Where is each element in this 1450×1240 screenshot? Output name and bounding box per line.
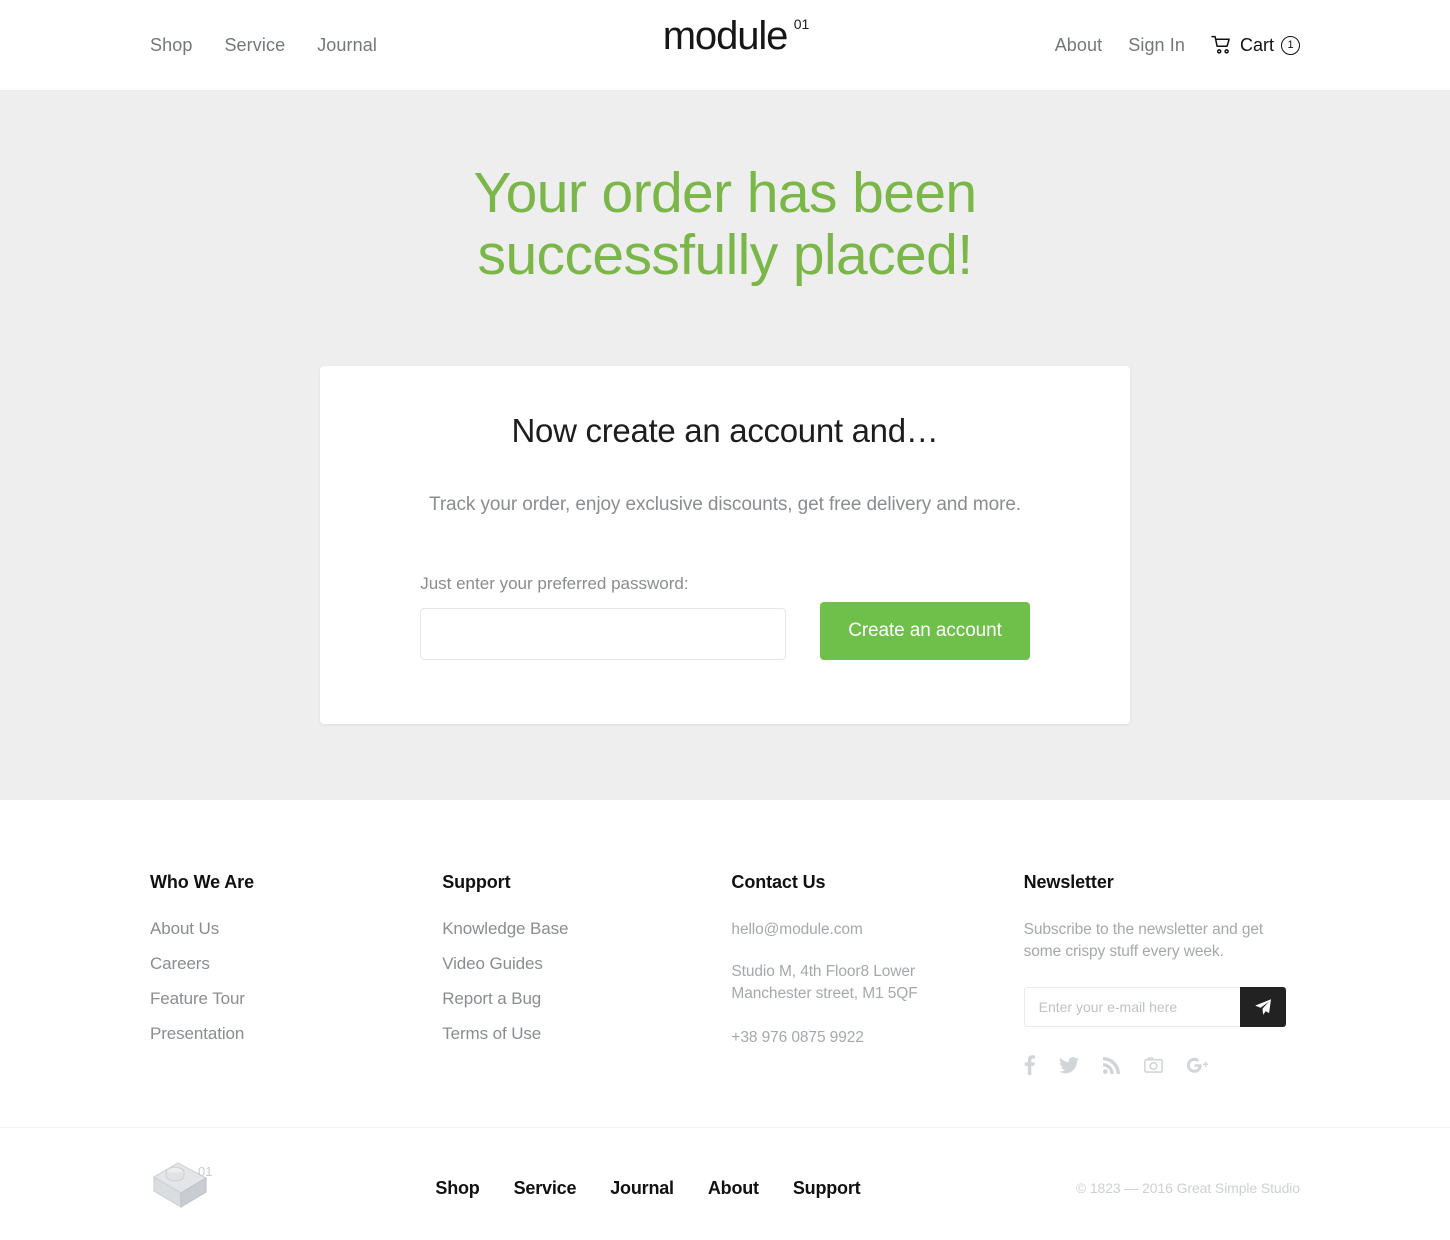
twitter-icon[interactable]	[1058, 1056, 1079, 1074]
password-label: Just enter your preferred password:	[420, 574, 689, 593]
cart-icon	[1211, 35, 1233, 55]
nav-link-sign-in[interactable]: Sign In	[1128, 35, 1185, 56]
bottom-nav-link-shop[interactable]: Shop	[435, 1178, 479, 1199]
cart-label: Cart	[1239, 34, 1274, 55]
footer-column-who-we-are: Who We Are About Us Careers Feature Tour…	[150, 872, 442, 1075]
send-icon	[1254, 998, 1272, 1016]
cart-button[interactable]: Cart 1	[1211, 35, 1300, 56]
site-logo[interactable]: module 01	[662, 14, 810, 58]
footer-link-about-us[interactable]: About Us	[150, 919, 442, 939]
create-account-form: Just enter your preferred password: Crea…	[380, 574, 1070, 660]
footer-link-video-guides[interactable]: Video Guides	[442, 954, 731, 974]
heading-line-1: Your order has been	[473, 161, 977, 225]
footer-column-contact-us: Contact Us hello@module.com Studio M, 4t…	[731, 872, 1023, 1075]
bottom-nav-link-journal[interactable]: Journal	[610, 1178, 674, 1199]
contact-phone: +38 976 0875 9922	[731, 1029, 864, 1046]
password-field-block: Just enter your preferred password:	[420, 574, 787, 660]
footer-heading-contact-us: Contact Us	[731, 872, 826, 892]
footer-link-careers[interactable]: Careers	[150, 954, 442, 974]
bottom-nav-link-service[interactable]: Service	[514, 1178, 577, 1199]
contact-email[interactable]: hello@module.com	[731, 919, 1023, 941]
card-subtitle: Track your order, enjoy exclusive discou…	[429, 494, 1021, 515]
rss-icon[interactable]	[1102, 1056, 1120, 1074]
page-root: Shop Service Journal module 01 About Sig…	[0, 0, 1450, 1240]
bottom-nav: Shop Service Journal About Support	[435, 1178, 860, 1199]
newsletter-description-line-1: Subscribe to the newsletter and get	[1023, 921, 1264, 938]
newsletter-email-input[interactable]	[1023, 987, 1240, 1027]
social-links	[1024, 1055, 1300, 1075]
cart-count-badge: 1	[1281, 35, 1300, 55]
bottom-bar: 01 Shop Service Journal About Support © …	[0, 1128, 1450, 1240]
password-input[interactable]	[420, 608, 787, 660]
nav-link-service[interactable]: Service	[224, 35, 285, 56]
newsletter-description-line-2: some crispy stuff every week.	[1023, 943, 1224, 960]
footer-column-support: Support Knowledge Base Video Guides Repo…	[442, 872, 731, 1075]
footer-link-knowledge-base[interactable]: Knowledge Base	[442, 919, 731, 939]
contact-address-line-2: Manchester street, M1 5QF	[731, 985, 918, 1002]
footer-link-feature-tour[interactable]: Feature Tour	[150, 989, 442, 1009]
card-title: Now create an account and…	[511, 412, 939, 449]
brand-superscript: 01	[198, 1164, 213, 1179]
create-account-button[interactable]: Create an account	[820, 602, 1030, 660]
hero-section: Your order has been successfully placed!…	[0, 90, 1450, 800]
order-success-heading: Your order has been successfully placed!	[275, 162, 1175, 286]
bottom-nav-link-about[interactable]: About	[708, 1178, 759, 1199]
heading-line-2: successfully placed!	[477, 223, 974, 287]
nav-link-shop[interactable]: Shop	[150, 35, 192, 56]
primary-nav-right: About Sign In Cart 1	[1055, 35, 1300, 56]
footer-heading-support: Support	[442, 872, 511, 892]
nav-link-journal[interactable]: Journal	[317, 35, 377, 56]
site-header: Shop Service Journal module 01 About Sig…	[0, 0, 1450, 90]
contact-address-line-1: Studio M, 4th Floor8 Lower	[731, 963, 915, 980]
nav-link-about[interactable]: About	[1055, 35, 1103, 56]
footer-link-terms-of-use[interactable]: Terms of Use	[442, 1024, 731, 1044]
site-footer: Who We Are About Us Careers Feature Tour…	[0, 800, 1450, 1075]
footer-link-presentation[interactable]: Presentation	[150, 1024, 442, 1044]
footer-link-report-a-bug[interactable]: Report a Bug	[442, 989, 731, 1009]
create-account-card: Now create an account and… Track your or…	[320, 366, 1130, 724]
copyright-text: © 1823 — 2016 Great Simple Studio	[1075, 1180, 1300, 1196]
instagram-icon[interactable]	[1143, 1057, 1163, 1073]
newsletter-form	[1023, 987, 1286, 1027]
newsletter-description: Subscribe to the newsletter and get some…	[1024, 919, 1300, 963]
contact-address: Studio M, 4th Floor8 Lower Manchester st…	[731, 961, 1023, 1005]
newsletter-submit-button[interactable]	[1239, 987, 1286, 1027]
footer-heading-newsletter: Newsletter	[1023, 872, 1114, 892]
logo-text: module	[662, 14, 789, 58]
brand-block-logo[interactable]: 01	[150, 1158, 220, 1218]
facebook-icon[interactable]	[1024, 1055, 1035, 1075]
footer-column-newsletter: Newsletter Subscribe to the newsletter a…	[1023, 872, 1300, 1075]
logo-superscript: 01	[793, 16, 810, 32]
google-plus-icon[interactable]	[1186, 1057, 1208, 1074]
footer-heading-who-we-are: Who We Are	[150, 872, 255, 892]
primary-nav-left: Shop Service Journal	[150, 35, 377, 56]
bottom-nav-link-support[interactable]: Support	[793, 1178, 861, 1199]
